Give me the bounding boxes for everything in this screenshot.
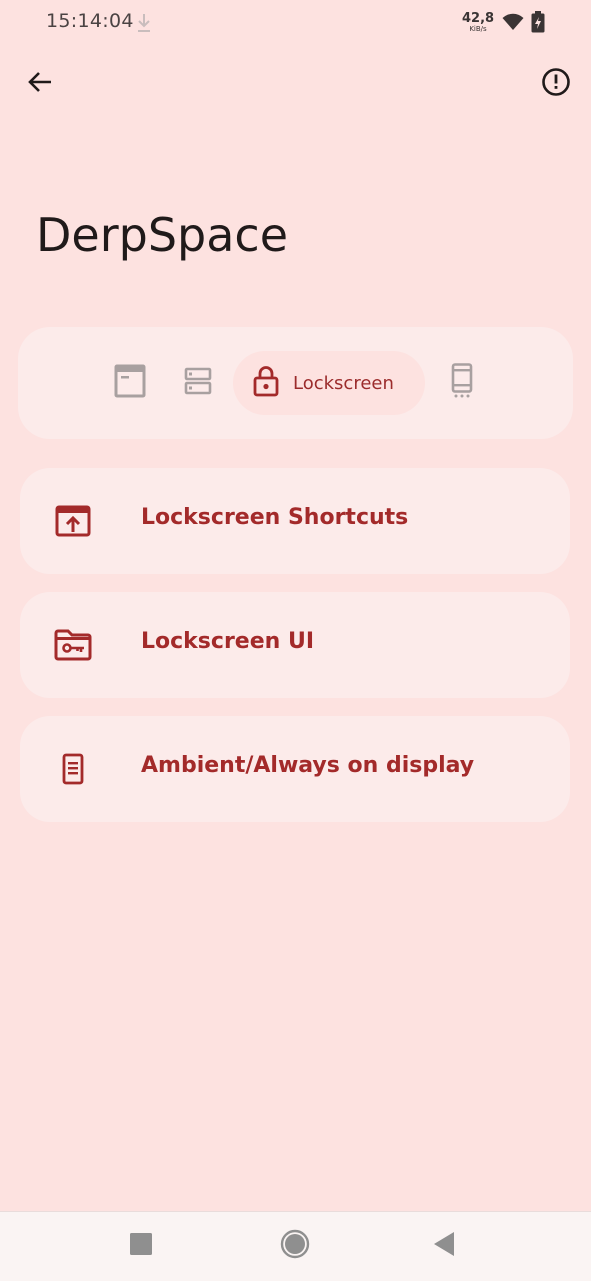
recent-apps-button[interactable] xyxy=(121,1226,161,1266)
page-title: DerpSpace xyxy=(36,208,289,262)
network-rate-value: 42,8 xyxy=(462,11,495,26)
display-icon xyxy=(54,751,92,787)
tab-quick-settings[interactable] xyxy=(174,351,222,415)
battery-charging-icon xyxy=(531,11,545,33)
home-button[interactable] xyxy=(275,1226,315,1266)
nav-back-button[interactable] xyxy=(424,1226,464,1266)
category-tabs: Lockscreen xyxy=(18,327,573,439)
status-bar: 15:14:04 42,8 KiB/s xyxy=(0,0,591,46)
download-icon xyxy=(135,12,153,34)
ambient-display-item[interactable]: Ambient/Always on display xyxy=(20,716,570,822)
navigation-bar xyxy=(0,1211,591,1281)
back-button[interactable] xyxy=(16,60,64,108)
tab-lockscreen[interactable]: Lockscreen xyxy=(233,351,425,415)
lockscreen-shortcuts-label: Lockscreen Shortcuts xyxy=(141,505,409,530)
tab-phone[interactable] xyxy=(438,351,486,415)
phone-icon xyxy=(451,363,473,403)
info-button[interactable] xyxy=(532,60,580,108)
triangle-back-icon xyxy=(432,1231,456,1261)
network-rate: 42,8 KiB/s xyxy=(462,12,494,33)
wifi-icon xyxy=(502,13,524,31)
folder-key-icon xyxy=(54,627,92,663)
lockscreen-ui-item[interactable]: Lockscreen UI xyxy=(20,592,570,698)
lockscreen-ui-label: Lockscreen UI xyxy=(141,629,315,654)
lockscreen-shortcuts-item[interactable]: Lockscreen Shortcuts xyxy=(20,468,570,574)
lock-icon xyxy=(253,365,279,401)
quick-settings-icon xyxy=(184,367,212,399)
statusbar-icon xyxy=(114,364,146,402)
status-time: 15:14:04 xyxy=(46,10,134,32)
arrow-back-icon xyxy=(27,69,53,99)
info-outline-icon xyxy=(541,67,571,101)
network-rate-unit: KiB/s xyxy=(469,25,487,33)
open-in-browser-icon xyxy=(54,503,92,539)
square-icon xyxy=(130,1233,152,1259)
tab-statusbar[interactable] xyxy=(106,351,154,415)
circle-icon xyxy=(280,1229,310,1263)
tab-lockscreen-label: Lockscreen xyxy=(293,372,394,394)
ambient-display-label: Ambient/Always on display xyxy=(141,753,475,778)
